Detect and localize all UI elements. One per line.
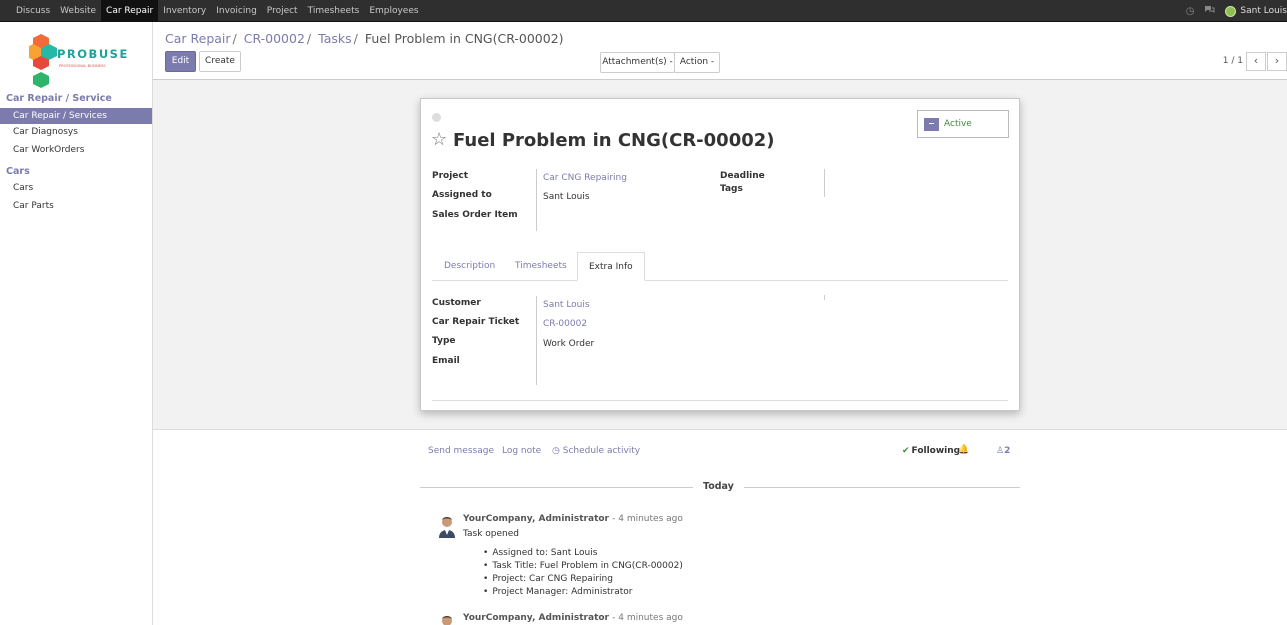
field-divider <box>536 169 537 231</box>
pager-previous-button[interactable]: ‹ <box>1246 52 1266 71</box>
check-icon: ✔ <box>902 446 910 456</box>
date-separator-today: Today <box>693 481 744 492</box>
assigned-to-label: Assigned to <box>432 190 492 200</box>
create-button[interactable]: Create <box>199 51 241 72</box>
activity-clock-icon[interactable]: ◷ <box>1186 6 1195 17</box>
edit-button[interactable]: Edit <box>165 51 196 72</box>
field-divider <box>824 169 825 197</box>
field-divider <box>824 295 825 300</box>
tracking-values-list: Assigned to: Sant Louis Task Title: Fuel… <box>483 547 683 599</box>
message-author: YourCompany, Administrator - 4 minutes a… <box>463 613 683 623</box>
control-panel: Car Repair / CR-00002/ Tasks / Fuel Proble… <box>153 22 1287 80</box>
breadcrumb-tasks[interactable]: Tasks <box>318 31 352 46</box>
type-value[interactable]: Work Order <box>543 339 594 349</box>
message-body: Task opened <box>463 529 519 539</box>
message-time: - 4 minutes ago <box>612 613 683 623</box>
chat-bubbles-icon[interactable] <box>1204 5 1215 17</box>
tab-description[interactable]: Description <box>433 252 506 281</box>
tab-timesheets[interactable]: Timesheets <box>504 252 578 281</box>
menu-timesheets[interactable]: Timesheets <box>303 0 365 22</box>
car-repair-ticket-label: Car Repair Ticket <box>432 317 520 327</box>
schedule-activity-label: Schedule activity <box>562 446 641 456</box>
kanban-state-dot[interactable] <box>432 113 441 122</box>
active-toggle-button[interactable]: Active <box>917 110 1009 138</box>
menu-website[interactable]: Website <box>55 0 101 22</box>
action-dropdown[interactable]: Action - <box>674 52 720 73</box>
tab-extra-info[interactable]: Extra Info <box>577 252 645 281</box>
svg-text:PROFESSIONAL BUSINESS: PROFESSIONAL BUSINESS <box>59 64 106 68</box>
tracking-value: Project Manager: Administrator <box>483 586 683 599</box>
sidebar-item-car-workorders[interactable]: Car WorkOrders <box>0 142 152 158</box>
assigned-to-value[interactable]: Sant Louis <box>543 192 590 202</box>
sidebar-section-cars[interactable]: Cars <box>6 166 30 177</box>
tags-label: Tags <box>720 184 743 194</box>
svg-text:PROBUSE: PROBUSE <box>57 47 129 61</box>
notebook-tabs: Description Timesheets Extra Info <box>432 252 1008 281</box>
user-name: Sant Louis <box>1240 6 1287 16</box>
user-icon: ♙ <box>996 446 1005 456</box>
project-label: Project <box>432 171 469 181</box>
user-avatar <box>1225 5 1237 17</box>
active-label: Active <box>944 119 972 129</box>
menu-employees[interactable]: Employees <box>364 0 423 22</box>
followers-button[interactable]: ♙2 <box>996 446 1010 456</box>
breadcrumb: Car Repair / CR-00002/ Tasks / Fuel Proble… <box>165 31 564 46</box>
author-avatar[interactable] <box>437 514 457 538</box>
tracking-value: Project: Car CNG Repairing <box>483 573 683 586</box>
car-repair-ticket-value[interactable]: CR-00002 <box>543 319 587 329</box>
main-content: ☆ Fuel Problem in CNG(CR-00002) Active P… <box>153 80 1287 625</box>
author-name[interactable]: YourCompany, Administrator <box>463 613 609 623</box>
following-label: Following <box>911 446 961 456</box>
send-message-button[interactable]: Send message <box>428 446 494 456</box>
user-menu[interactable]: Sant Louis <box>1225 5 1287 17</box>
following-button[interactable]: ✔ Following <box>902 446 960 456</box>
customer-value[interactable]: Sant Louis <box>543 300 590 310</box>
menu-car-repair[interactable]: Car Repair <box>101 0 159 22</box>
breadcrumb-cr-00002[interactable]: CR-00002 <box>244 31 305 46</box>
task-title: Fuel Problem in CNG(CR-00002) <box>453 130 775 151</box>
form-sheet: ☆ Fuel Problem in CNG(CR-00002) Active P… <box>420 98 1020 411</box>
breadcrumb-car-repair[interactable]: Car Repair <box>165 31 231 46</box>
sidebar-item-car-diagnosys[interactable]: Car Diagnosys <box>0 124 152 140</box>
sidebar-item-car-parts[interactable]: Car Parts <box>0 198 152 214</box>
sidebar-item-cars[interactable]: Cars <box>0 180 152 196</box>
top-navbar: Discuss Website Car Repair Inventory Inv… <box>0 0 1287 22</box>
chatter-topbar: Send message Log note ◷ Schedule activit… <box>428 445 1020 462</box>
author-avatar[interactable] <box>437 613 457 625</box>
sidebar-section-car-repair[interactable]: Car Repair / Service <box>6 93 112 104</box>
menu-inventory[interactable]: Inventory <box>158 0 211 22</box>
message-author: YourCompany, Administrator - 4 minutes a… <box>463 514 683 524</box>
deadline-label: Deadline <box>720 171 765 181</box>
systray: ◷ Sant Louis <box>1186 0 1287 22</box>
followers-count: 2 <box>1004 446 1011 456</box>
clock-icon: ◷ <box>552 446 560 456</box>
sidebar-item-car-repair-services[interactable]: Car Repair / Services <box>0 108 152 124</box>
project-value[interactable]: Car CNG Repairing <box>543 173 627 183</box>
menu-invoicing[interactable]: Invoicing <box>211 0 262 22</box>
attachments-dropdown[interactable]: Attachment(s) - <box>600 52 675 73</box>
company-logo[interactable]: PROBUSE PROFESSIONAL BUSINESS <box>26 32 129 92</box>
sales-order-item-label: Sales Order Item <box>432 210 518 220</box>
pager-next-button[interactable]: › <box>1267 52 1287 71</box>
tracking-value: Task Title: Fuel Problem in CNG(CR-00002… <box>483 560 683 573</box>
archive-icon <box>924 118 939 131</box>
field-divider <box>536 296 537 385</box>
sheet-divider <box>432 400 1008 401</box>
app-sidebar: PROBUSE PROFESSIONAL BUSINESS Car Repair… <box>0 22 153 625</box>
author-name[interactable]: YourCompany, Administrator <box>463 514 609 524</box>
customer-label: Customer <box>432 298 481 308</box>
main-menu: Discuss Website Car Repair Inventory Inv… <box>11 0 424 22</box>
tracking-value: Assigned to: Sant Louis <box>483 547 683 560</box>
schedule-activity-button[interactable]: ◷ Schedule activity <box>552 446 640 456</box>
log-note-button[interactable]: Log note <box>502 446 541 456</box>
priority-star-icon[interactable]: ☆ <box>431 129 447 150</box>
message-time: - 4 minutes ago <box>612 514 683 524</box>
breadcrumb-current: Fuel Problem in CNG(CR-00002) <box>364 31 564 46</box>
menu-discuss[interactable]: Discuss <box>11 0 55 22</box>
pager-value[interactable]: 1 / 1 <box>1223 56 1243 66</box>
bell-icon[interactable]: 🔔 <box>958 445 969 455</box>
type-label: Type <box>432 336 456 346</box>
menu-project[interactable]: Project <box>262 0 303 22</box>
email-label: Email <box>432 356 460 366</box>
